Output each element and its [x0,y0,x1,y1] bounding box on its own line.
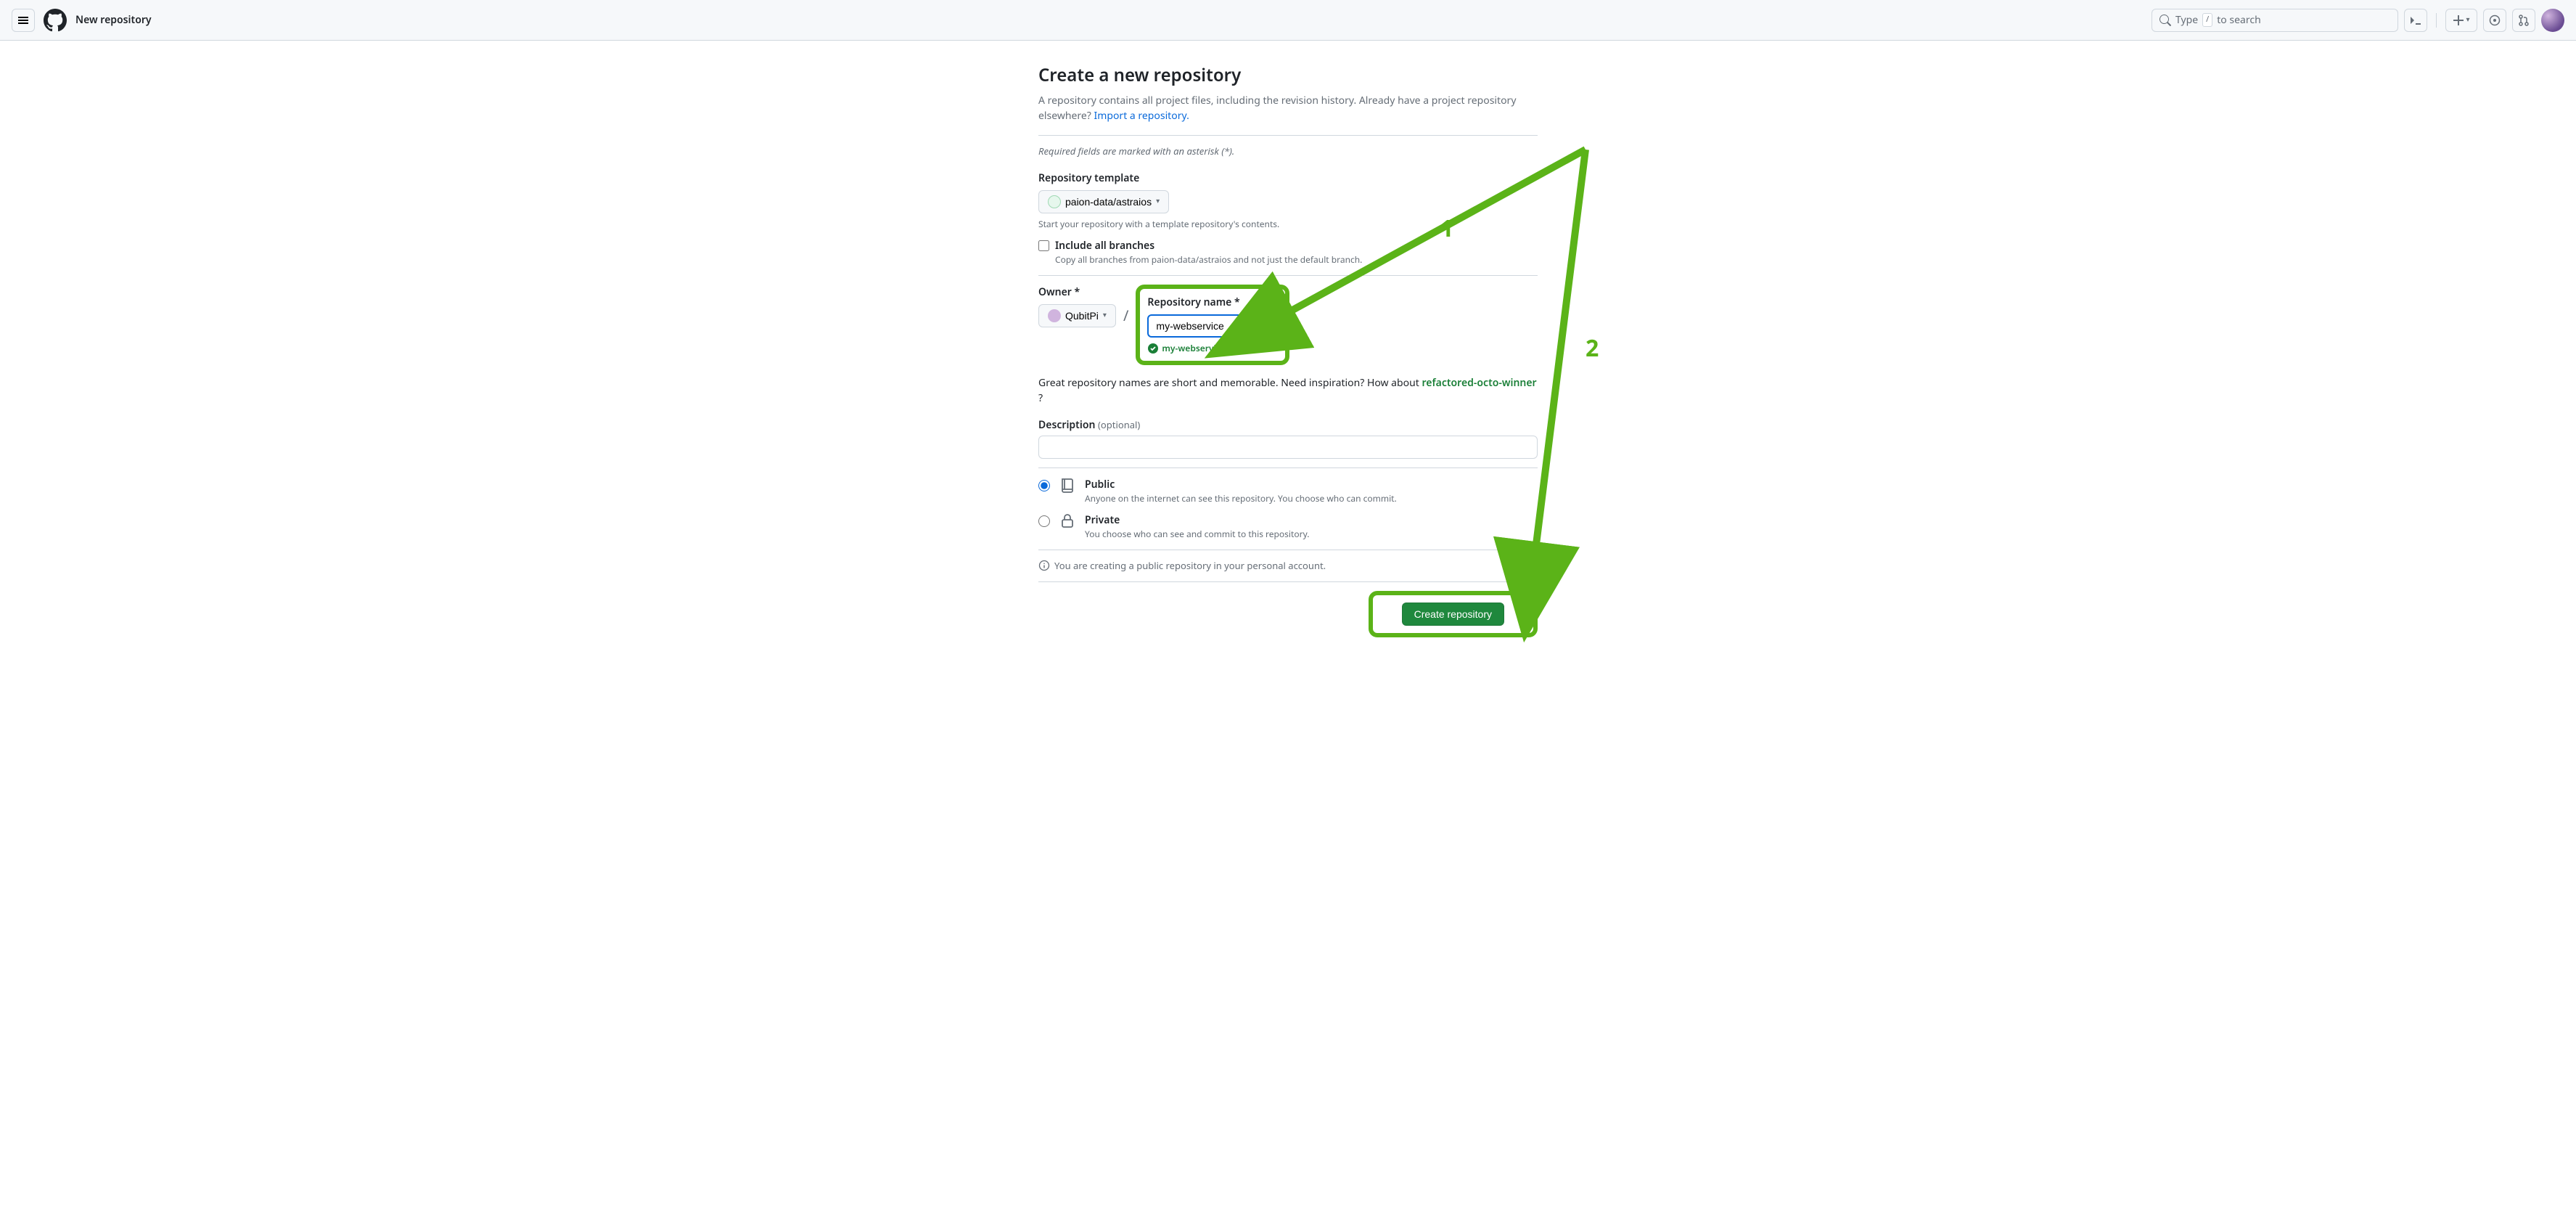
form-title: Create a new repository [1038,62,1538,89]
description-input[interactable] [1038,436,1538,459]
public-radio[interactable] [1038,480,1050,491]
divider [2436,13,2437,28]
header-right: Type / to search ▾ [2152,9,2564,32]
caret-down-icon: ▾ [2466,16,2469,24]
owner-avatar-icon [1048,309,1061,322]
template-section: Repository template paion-data/astraios … [1038,171,1538,231]
annotation-highlight-2: Create repository [1369,591,1538,637]
template-help: Start your repository with a template re… [1038,218,1538,231]
info-note-row: You are creating a public repository in … [1038,559,1538,573]
hamburger-menu-button[interactable] [12,9,35,32]
inspiration-post: ? [1038,391,1043,405]
global-header: New repository Type / to search ▾ [0,0,2576,41]
public-sub: Anyone on the internet can see this repo… [1085,492,1397,505]
availability-message: my-webservice is available. [1147,342,1278,355]
required-fields-note: Required fields are marked with an aster… [1038,144,1538,159]
template-dropdown[interactable]: paion-data/astraios ▾ [1038,190,1169,213]
import-repository-link[interactable]: Import a repository. [1094,109,1189,123]
pull-requests-button[interactable] [2512,9,2535,32]
create-repository-button[interactable]: Create repository [1402,603,1504,626]
template-label: Repository template [1038,171,1538,186]
visibility-public-row: Public Anyone on the internet can see th… [1038,477,1538,505]
description-label: Description [1038,418,1095,432]
private-sub: You choose who can see and commit to thi… [1085,528,1309,541]
search-placeholder-post: to search [2217,12,2261,28]
command-palette-button[interactable] [2404,9,2427,32]
slash-separator: / [1123,305,1128,327]
public-title: Public [1085,477,1397,492]
visibility-private-row: Private You choose who can see and commi… [1038,513,1538,541]
include-branches-sub: Copy all branches from paion-data/astrai… [1055,253,1362,266]
global-search-input[interactable]: Type / to search [2152,9,2398,32]
repo-icon [1059,477,1076,494]
private-radio[interactable] [1038,515,1050,527]
info-icon [1038,560,1050,571]
page-title: New repository [75,12,152,28]
include-branches-label: Include all branches [1055,238,1362,253]
repo-name-label: Repository name * [1147,295,1278,310]
annotation-highlight-1: Repository name * my-webservice is avail… [1136,285,1289,365]
annotation-label-2: 2 [1586,331,1599,366]
create-new-button[interactable]: ▾ [2445,9,2477,32]
form-footer: Create repository [1038,591,1538,637]
github-logo-icon[interactable] [44,9,67,32]
hamburger-icon [17,15,29,26]
inspiration-pre: Great repository names are short and mem… [1038,376,1422,390]
divider [1038,275,1538,276]
form-subtitle: A repository contains all project files,… [1038,93,1538,123]
description-optional: (optional) [1098,418,1140,431]
search-placeholder-pre: Type [2175,12,2198,28]
lock-icon [1059,513,1076,530]
include-branches-row: Include all branches Copy all branches f… [1038,238,1538,266]
info-note-text: You are creating a public repository in … [1054,559,1326,573]
user-avatar[interactable] [2541,9,2564,32]
availability-text: my-webservice is available. [1162,342,1277,355]
include-branches-checkbox[interactable] [1038,240,1049,251]
issue-icon [2489,15,2501,26]
owner-selected: QubitPi [1065,310,1099,322]
description-section: Description (optional) [1038,417,1538,459]
check-circle-icon [1147,343,1159,354]
search-icon [2159,15,2171,26]
repo-name-block: Repository name * my-webservice is avail… [1147,295,1278,355]
repo-name-input[interactable] [1147,314,1278,338]
caret-down-icon: ▾ [1156,197,1160,205]
inspiration-suggestion[interactable]: refactored-octo-winner [1422,376,1536,390]
header-left: New repository [12,9,152,32]
owner-label: Owner * [1038,285,1116,300]
private-title: Private [1085,513,1309,528]
inspiration-text: Great repository names are short and mem… [1038,375,1538,406]
divider [1038,581,1538,582]
owner-repo-row: Owner * QubitPi ▾ / Repository name * my… [1038,285,1538,365]
template-avatar-icon [1048,195,1061,208]
caret-down-icon: ▾ [1103,311,1107,319]
pull-request-icon [2518,15,2530,26]
divider [1038,135,1538,136]
owner-dropdown[interactable]: QubitPi ▾ [1038,304,1116,327]
annotation-label-1: 1 [1440,211,1453,246]
issues-button[interactable] [2483,9,2506,32]
plus-icon [2453,15,2464,26]
search-slash-badge: / [2202,13,2212,27]
main-content: Create a new repository A repository con… [1027,62,1549,637]
terminal-icon [2410,15,2421,26]
template-selected: paion-data/astraios [1065,196,1152,208]
divider [1038,467,1538,468]
owner-block: Owner * QubitPi ▾ [1038,285,1116,327]
